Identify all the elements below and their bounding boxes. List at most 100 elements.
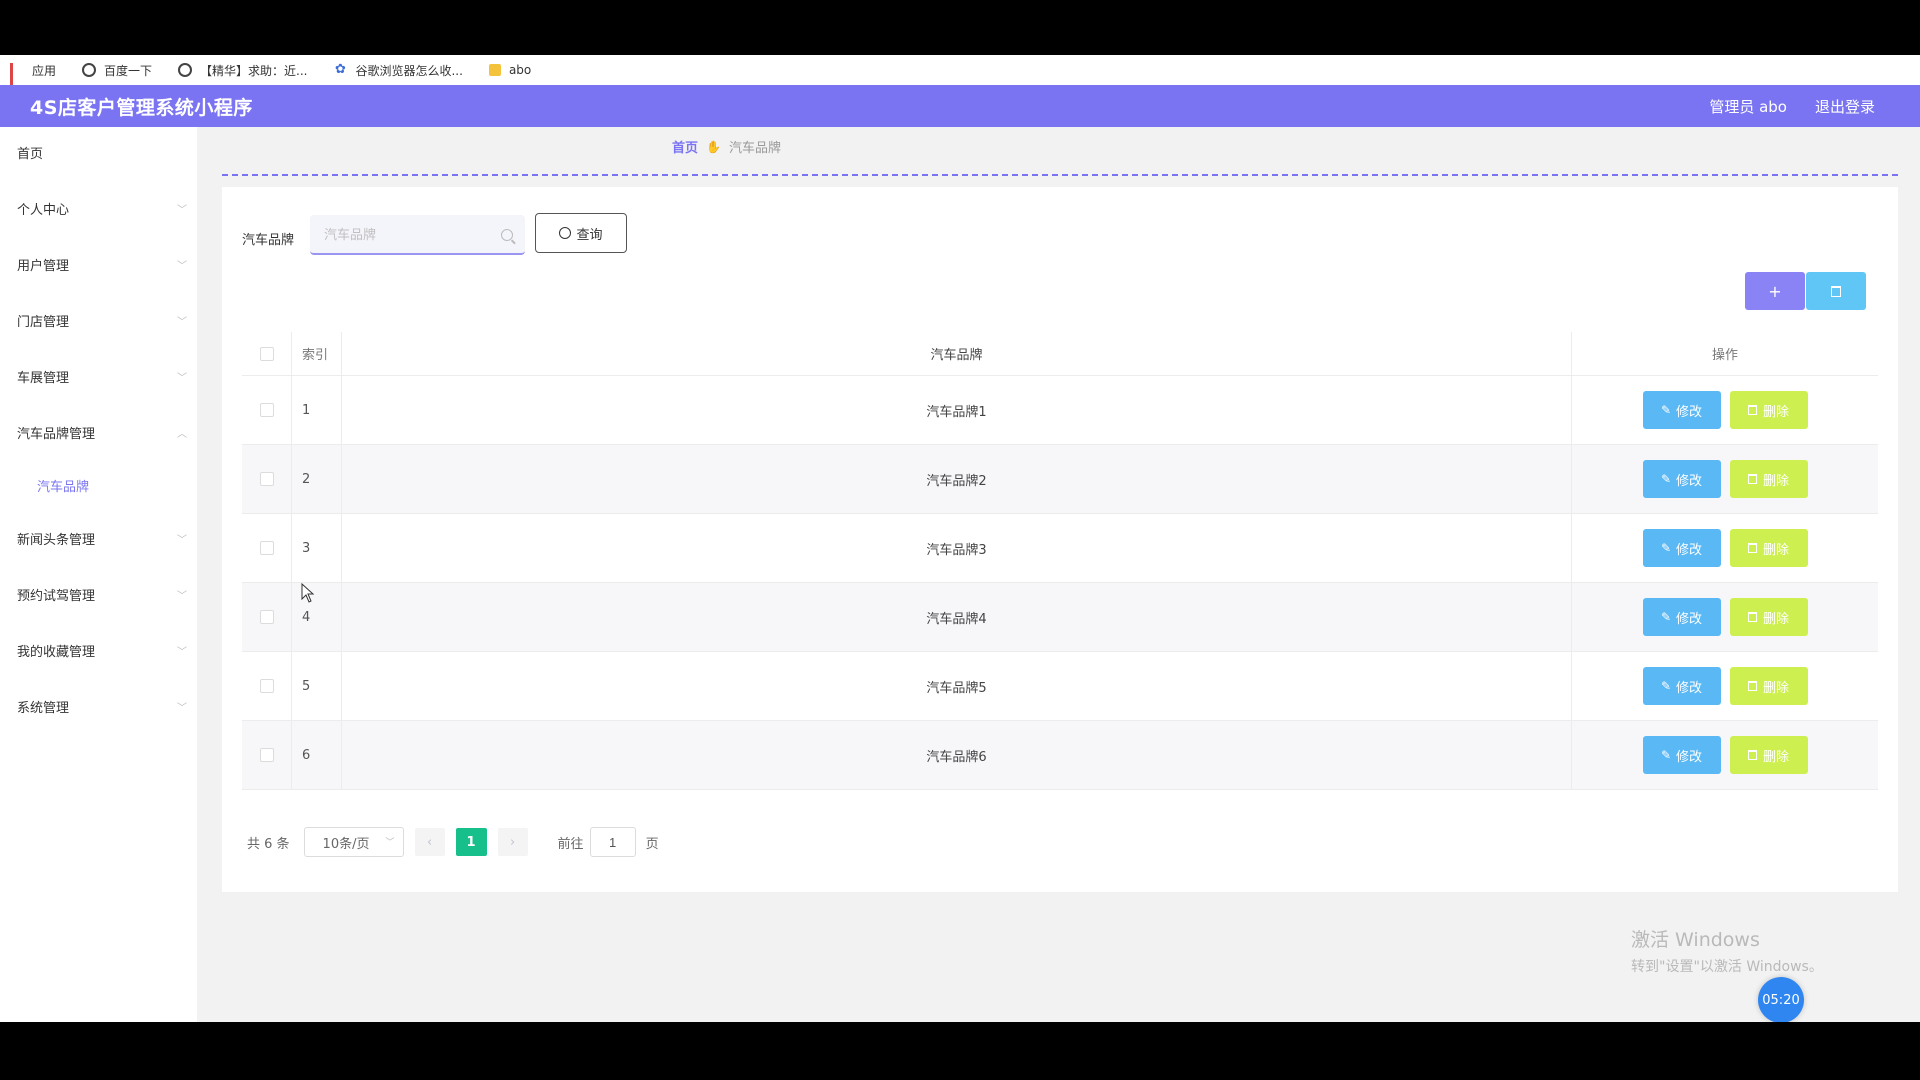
edit-button[interactable]: ✎ 修改: [1642, 391, 1721, 429]
sidebar: 首页 个人中心 ﹀ 用户管理 ﹀ 门店管理 ﹀ 车展管理 ﹀ 汽车品牌管理 ︿ 汽车品牌 …: [0, 127, 197, 1022]
goto-page-input[interactable]: [589, 827, 636, 857]
row-checkbox[interactable]: [259, 541, 274, 555]
sidebar-subitem-car-brand[interactable]: 汽车品牌: [0, 463, 197, 513]
bookmark-abo[interactable]: abo: [488, 63, 531, 77]
delete-button-label: 删除: [1762, 680, 1789, 696]
current-user: 管理员 abo: [1709, 98, 1787, 116]
trash-icon: [1747, 750, 1757, 760]
edit-button-label: 修改: [1676, 542, 1703, 558]
top-black-bar: [0, 0, 1920, 55]
delete-button[interactable]: 删除: [1729, 736, 1808, 774]
bookmark-baidu[interactable]: 百度一下: [82, 62, 152, 79]
edit-button[interactable]: ✎ 修改: [1642, 736, 1721, 774]
delete-button[interactable]: 删除: [1729, 529, 1808, 567]
pagination: 共 6 条 10条/页 ﹀ ‹ 1 › 前往 页: [247, 827, 659, 857]
goto-label: 前往: [557, 836, 584, 852]
row-brand: 汽车品牌6: [342, 721, 1572, 789]
sidebar-item-label: 汽车品牌: [37, 480, 90, 495]
batch-delete-button[interactable]: [1806, 272, 1866, 310]
sidebar-item-news-mgmt[interactable]: 新闻头条管理 ﹀: [0, 513, 197, 569]
floating-clock[interactable]: 05:20: [1758, 977, 1804, 1022]
page-number-current[interactable]: 1: [455, 828, 487, 856]
row-brand: 汽车品牌1: [342, 376, 1572, 444]
bookmark-apps[interactable]: 应用: [10, 62, 56, 90]
breadcrumb-home[interactable]: 首页: [672, 137, 698, 156]
watermark-line2: 转到"设置"以激活 Windows。: [1631, 959, 1823, 975]
screen: 应用 百度一下 【精华】求助：近... ✿ 谷歌浏览器怎么收... abo 4S…: [0, 0, 1920, 1080]
paw-icon: ✿: [335, 62, 346, 77]
bookmark-help[interactable]: 【精华】求助：近...: [178, 62, 307, 79]
bookmark-chrome[interactable]: ✿ 谷歌浏览器怎么收...: [333, 62, 463, 79]
table-row: 1 汽车品牌1 ✎ 修改 删除: [242, 376, 1878, 445]
globe-icon: [178, 63, 193, 77]
trash-icon: [1747, 543, 1757, 553]
row-checkbox[interactable]: [259, 610, 274, 624]
column-header-ops: 操作: [1711, 348, 1738, 363]
delete-button[interactable]: 删除: [1729, 391, 1808, 429]
sidebar-item-label: 门店管理: [17, 315, 70, 330]
trash-icon: [1747, 405, 1757, 415]
sidebar-item-favorites-mgmt[interactable]: 我的收藏管理 ﹀: [0, 625, 197, 681]
app-header: 4S店客户管理系统小程序 管理员 abo 退出登录: [0, 85, 1920, 127]
edit-button-label: 修改: [1676, 680, 1703, 696]
delete-button-label: 删除: [1762, 473, 1789, 489]
row-index: 4: [292, 583, 342, 651]
delete-button[interactable]: 删除: [1729, 598, 1808, 636]
trash-icon: [1831, 285, 1841, 297]
app-title: 4S店客户管理系统小程序: [30, 97, 253, 119]
sidebar-item-store-mgmt[interactable]: 门店管理 ﹀: [0, 295, 197, 351]
sidebar-item-label: 首页: [17, 147, 44, 162]
query-button[interactable]: 查询: [535, 213, 627, 253]
row-brand: 汽车品牌2: [342, 445, 1572, 513]
trash-icon: [1747, 681, 1757, 691]
sidebar-item-car-brand-mgmt[interactable]: 汽车品牌管理 ︿: [0, 407, 197, 463]
app-window: 4S店客户管理系统小程序 管理员 abo 退出登录 首页 个人中心 ﹀ 用户管理 ﹀…: [0, 85, 1920, 1022]
edit-icon: ✎: [1660, 679, 1672, 693]
search-input[interactable]: [310, 215, 525, 255]
prev-page-button[interactable]: ‹: [414, 828, 445, 856]
edit-button[interactable]: ✎ 修改: [1642, 460, 1721, 498]
edit-button[interactable]: ✎ 修改: [1642, 667, 1721, 705]
sidebar-item-label: 用户管理: [17, 259, 70, 274]
sidebar-item-user-mgmt[interactable]: 用户管理 ﹀: [0, 239, 197, 295]
add-button[interactable]: +: [1745, 272, 1805, 310]
delete-button-label: 删除: [1762, 542, 1789, 558]
sidebar-item-auto-show-mgmt[interactable]: 车展管理 ﹀: [0, 351, 197, 407]
search-icon: [501, 229, 513, 241]
trash-icon: [1747, 612, 1757, 622]
delete-button[interactable]: 删除: [1729, 667, 1808, 705]
row-checkbox[interactable]: [259, 679, 274, 693]
row-checkbox[interactable]: [259, 403, 274, 417]
sidebar-item-personal-center[interactable]: 个人中心 ﹀: [0, 183, 197, 239]
sidebar-item-label: 个人中心: [17, 203, 70, 218]
chevron-right-icon: ›: [509, 834, 516, 850]
breadcrumb-separator-icon: ✋: [706, 139, 721, 154]
header-divider: [222, 174, 1898, 176]
sidebar-item-label: 新闻头条管理: [17, 533, 96, 548]
column-header-brand: 汽车品牌: [342, 332, 1572, 375]
select-all-checkbox[interactable]: [259, 346, 274, 361]
sidebar-item-label: 我的收藏管理: [17, 645, 96, 660]
chevron-down-icon: ﹀: [177, 317, 187, 328]
brand-table: 索引 汽车品牌 操作 1 汽车品牌1 ✎ 修改 删除 2 汽车品牌2 ✎ 修改 删除 3 汽车品牌3 ✎…: [242, 332, 1878, 790]
breadcrumb-current: 汽车品牌: [728, 141, 781, 156]
edit-icon: ✎: [1660, 610, 1672, 624]
chevron-down-icon: ﹀: [177, 205, 187, 216]
edit-button[interactable]: ✎ 修改: [1642, 529, 1721, 567]
breadcrumb: 首页 ✋ 汽车品牌: [672, 137, 781, 157]
sidebar-item-home[interactable]: 首页: [0, 127, 197, 183]
bookmark-label: 【精华】求助：近...: [200, 63, 308, 78]
delete-button[interactable]: 删除: [1729, 460, 1808, 498]
sidebar-item-test-drive-mgmt[interactable]: 预约试驾管理 ﹀: [0, 569, 197, 625]
page-size-select[interactable]: 10条/页 ﹀: [303, 827, 404, 857]
sidebar-item-system-mgmt[interactable]: 系统管理 ﹀: [0, 681, 197, 737]
row-index: 1: [292, 376, 342, 444]
search-label: 汽车品牌: [242, 233, 295, 248]
logout-link[interactable]: 退出登录: [1815, 96, 1875, 117]
next-page-button[interactable]: ›: [497, 828, 528, 856]
row-checkbox[interactable]: [259, 472, 274, 486]
edit-button[interactable]: ✎ 修改: [1642, 598, 1721, 636]
table-row: 4 汽车品牌4 ✎ 修改 删除: [242, 583, 1878, 652]
row-checkbox[interactable]: [259, 748, 274, 762]
globe-icon: [82, 63, 97, 77]
